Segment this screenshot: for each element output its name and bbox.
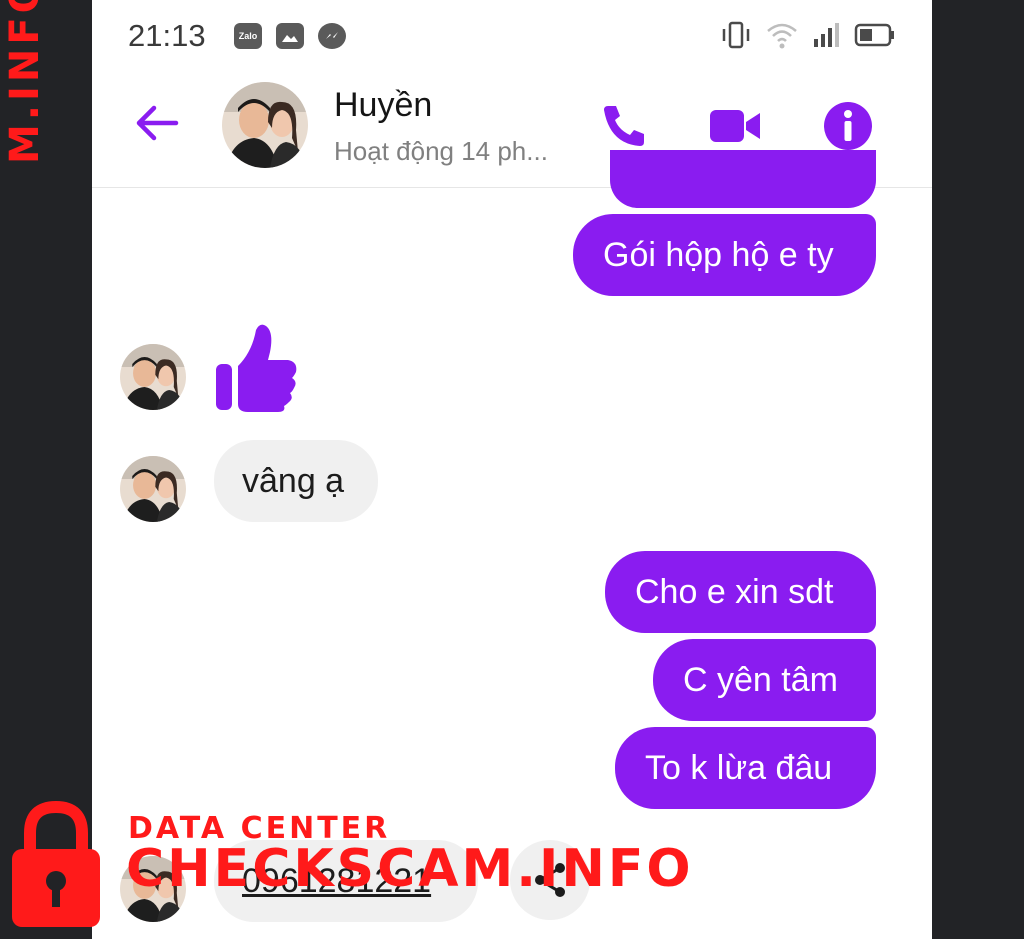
message-text: C yên tâm xyxy=(683,661,838,699)
status-bar: 21:13 Zalo xyxy=(92,0,932,70)
phone-call-icon[interactable] xyxy=(596,98,652,154)
message-text: Gói hộp hộ e ty xyxy=(603,236,834,274)
phone-screen: 21:13 Zalo Huyền Hoạt động 14 ph... Gói … xyxy=(92,0,932,939)
left-margin: M.INFO xyxy=(0,0,92,939)
message-text: vâng ạ xyxy=(242,462,345,500)
message-bubble-outgoing[interactable]: Cho e xin sdt xyxy=(605,551,876,633)
vibrate-icon xyxy=(722,21,750,49)
sender-avatar[interactable] xyxy=(120,344,186,410)
status-time: 21:13 xyxy=(128,18,206,53)
message-bubble-incoming[interactable]: vâng ạ xyxy=(214,440,378,522)
status-icons xyxy=(720,20,896,50)
message-text: Cho e xin sdt xyxy=(635,573,834,611)
gallery-icon xyxy=(276,23,304,49)
video-call-icon[interactable] xyxy=(706,98,762,154)
battery-icon xyxy=(854,23,894,47)
signal-icon xyxy=(814,23,839,47)
message-bubble-outgoing[interactable]: C yên tâm xyxy=(653,639,876,721)
phone-number-link[interactable]: 0961281221 xyxy=(242,864,431,898)
wifi-icon xyxy=(767,23,797,49)
messenger-icon xyxy=(318,23,346,49)
right-margin xyxy=(932,0,1024,939)
message-bubble-outgoing-cut xyxy=(610,150,876,208)
message-bubble-outgoing[interactable]: Gói hộp hộ e ty xyxy=(573,214,876,296)
contact-name: Huyền xyxy=(334,86,433,124)
zalo-icon: Zalo xyxy=(234,23,262,49)
thumbs-up-icon[interactable] xyxy=(212,322,300,414)
back-arrow-icon[interactable] xyxy=(132,98,182,148)
sender-avatar[interactable] xyxy=(120,856,186,922)
message-text: To k lừa đâu xyxy=(645,749,833,787)
share-button[interactable] xyxy=(510,840,590,920)
avatar[interactable] xyxy=(222,82,308,168)
sender-avatar[interactable] xyxy=(120,456,186,522)
vertical-watermark: M.INFO xyxy=(2,0,48,164)
message-bubble-incoming[interactable]: 0961281221 xyxy=(214,840,478,922)
contact-status: Hoạt động 14 ph... xyxy=(334,136,548,166)
info-icon[interactable] xyxy=(820,98,876,154)
share-icon xyxy=(535,863,565,897)
message-bubble-outgoing[interactable]: To k lừa đâu xyxy=(615,727,876,809)
